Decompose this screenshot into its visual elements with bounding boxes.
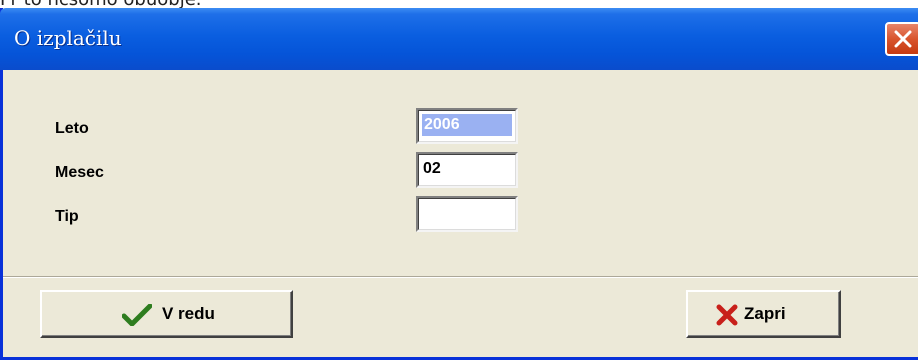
leto-field[interactable]: 2006 <box>416 108 518 144</box>
mesec-label: Mesec <box>55 164 104 181</box>
close-button[interactable]: Zapri <box>686 290 841 338</box>
window-title: O izplačilu <box>14 26 122 50</box>
mesec-value: 02 <box>423 160 441 177</box>
leto-value: 2006 <box>422 114 512 136</box>
close-button-label: Zapri <box>744 304 786 323</box>
checkmark-icon <box>122 304 152 326</box>
close-window-button[interactable] <box>885 22 918 56</box>
ok-button-label: V redu <box>162 304 215 323</box>
button-separator <box>3 276 918 278</box>
tip-field-bevel <box>418 198 516 230</box>
mesec-field[interactable]: 02 <box>416 152 518 188</box>
tip-field[interactable] <box>416 196 518 232</box>
leto-label: Leto <box>55 120 89 137</box>
tip-label: Tip <box>55 208 79 225</box>
close-icon <box>894 30 912 48</box>
title-bar[interactable]: O izplačilu <box>0 8 918 70</box>
dialog-window: O izplačilu Leto 2006 Mesec 02 Tip V red… <box>0 8 918 360</box>
x-icon <box>716 304 738 326</box>
screen: Pr to ncsomo obuobje. O izplačilu Leto 2… <box>0 0 918 360</box>
ok-button[interactable]: V redu <box>40 290 293 338</box>
